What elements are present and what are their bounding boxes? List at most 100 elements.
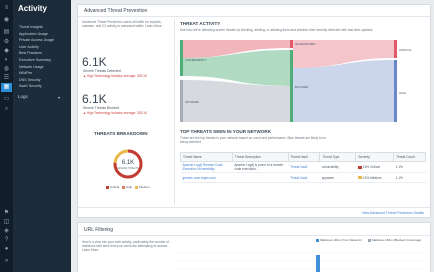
threat-activity-title: THREAT ACTIVITY — [180, 21, 221, 26]
settings-icon[interactable]: ⚙ — [3, 39, 10, 45]
table-header-row: Threat Name Threat Description Threat Va… — [180, 152, 426, 162]
threat-vault-link[interactable]: Threat Vault — [288, 161, 320, 173]
legend-medium: Medium — [139, 185, 150, 189]
nav-group-logs[interactable]: Logs — [18, 94, 28, 99]
nav-item-executive-summary[interactable]: Executive Summary — [19, 58, 51, 62]
list-icon[interactable]: ☰ — [3, 75, 10, 81]
severity-medium-indicator — [357, 176, 362, 180]
sankey-node-critical — [394, 40, 397, 58]
table-row: generic.unm.trojan.com Threat Vault spyw… — [180, 172, 426, 183]
threats-donut-chart: 6.1K SEVERE THREATS — [113, 149, 143, 179]
col-severity[interactable]: Severity — [355, 152, 395, 162]
nav-item-wildfire[interactable]: WildFire — [19, 71, 32, 75]
severity-percent: 15% — [362, 175, 370, 180]
collapse-icon[interactable]: » — [3, 258, 10, 264]
threat-name-link[interactable]: Apache Log4j Remote Code Execution Vulne… — [180, 161, 233, 173]
activity-icon[interactable]: ▦ — [1, 83, 12, 92]
nav-item-network-usage[interactable]: Network Usage — [19, 65, 44, 69]
sankey-label-critical: CRITICAL — [399, 48, 412, 52]
donut-label: SEVERE THREATS — [117, 167, 139, 170]
url-legend-series2: Malicious URLs (Blocked in Average) — [368, 238, 421, 242]
sankey-label-high: HIGH — [399, 91, 406, 95]
legend-label: Malicious URLs (Your Network) — [320, 238, 362, 242]
sankey-flow — [183, 80, 290, 122]
atp-description: Advanced Threat Prevention scans all tra… — [82, 20, 163, 28]
chevron-down-icon[interactable]: ▾ — [58, 95, 60, 100]
severity-label: Medium — [370, 175, 382, 180]
menu-icon[interactable]: ≡ — [3, 5, 10, 11]
advanced-threat-panel: Advanced Threat Prevention Advanced Thre… — [77, 4, 431, 218]
threat-count: 1,1% — [393, 172, 426, 183]
donut-legend: Critical High Medium — [106, 185, 150, 189]
bar-chart-icon[interactable]: ▤ — [3, 29, 10, 35]
threat-activity-desc: See how we're detecting severe threats b… — [180, 28, 374, 32]
threat-name-link[interactable]: generic.unm.trojan.com — [180, 172, 233, 183]
sankey-label-quarantined: QUARANTINED — [295, 42, 315, 46]
threat-count: 1,1% — [393, 161, 426, 173]
col-threat-type[interactable]: Threat Type — [319, 152, 357, 162]
sankey-label-blocked: BLOCKED — [295, 85, 308, 89]
icon-rail: ≡ ◉ ▤ ⚙ ◆ ◐ ◍ ☰ ▦ ▭ ⌕ ⚑ ◫ ◈ ? ● » — [0, 0, 13, 272]
divider — [78, 16, 430, 17]
legend-swatch-medium — [135, 185, 139, 189]
top-threats-desc: These are the top threats in your networ… — [180, 136, 327, 144]
legend-high: High — [126, 185, 133, 189]
threat-type: spyware — [319, 172, 356, 183]
col-threat-description[interactable]: Threat Description — [231, 152, 289, 162]
url-filtering-panel: URL Filtering Here's a view into your we… — [77, 222, 431, 272]
nav-item-user-activity[interactable]: User Activity — [19, 45, 39, 49]
chat-icon[interactable]: ◫ — [3, 219, 10, 225]
flag-icon[interactable]: ⚑ — [3, 210, 10, 216]
eye-icon[interactable]: ◐ — [3, 57, 10, 63]
threat-vault-link[interactable]: Threat Vault — [288, 172, 320, 183]
notification-icon[interactable]: ◈ — [3, 228, 10, 234]
nav-item-best-practices[interactable]: Best Practices — [19, 51, 42, 55]
document-icon[interactable]: ▭ — [3, 96, 10, 102]
sidebar: ≡ ◉ ▤ ⚙ ◆ ◐ ◍ ☰ ▦ ▭ ⌕ ⚑ ◫ ◈ ? ● » Activi… — [0, 0, 71, 272]
divider — [78, 235, 430, 236]
col-threat-vault[interactable]: Threat Vault — [287, 152, 321, 162]
url-filtering-chart — [178, 252, 426, 272]
threats-breakdown-title: THREATS BREAKDOWN — [94, 131, 148, 136]
top-threats-table: Threat Name Threat Description Threat Va… — [180, 152, 426, 183]
legend-swatch-high — [122, 185, 126, 189]
severity-critical-indicator — [357, 165, 362, 169]
nav-item-dns-security[interactable]: DNS Security — [19, 78, 41, 82]
dashboard-icon[interactable]: ◉ — [3, 17, 10, 23]
sankey-node-spyware — [180, 80, 183, 122]
legend-critical: Critical — [110, 185, 120, 189]
sankey-node-quarantined — [290, 40, 293, 48]
app-title: Activity — [18, 4, 47, 13]
col-threat-name[interactable]: Threat Name — [180, 152, 233, 162]
sankey-node-vulnerability — [180, 40, 183, 76]
nav-item-saas-security[interactable]: SaaS Security — [19, 84, 42, 88]
globe-icon[interactable]: ◍ — [3, 66, 10, 72]
url-bar — [316, 255, 320, 272]
column-divider — [174, 19, 175, 205]
view-atp-details-link[interactable]: View Advanced Threat Prevention Details — [362, 211, 424, 215]
legend-swatch-critical — [106, 185, 109, 189]
panel-title: URL Filtering — [84, 227, 113, 233]
help-icon[interactable]: ? — [3, 237, 10, 243]
col-threat-count[interactable]: Threat Count — [393, 152, 426, 162]
severity-cell: 15% Medium — [355, 172, 394, 183]
nav-item-threat-insights[interactable]: Threat Insights — [19, 25, 43, 29]
sankey-node-high — [394, 60, 397, 122]
sankey-flow — [293, 60, 394, 122]
nav-item-private-access-usage[interactable]: Private Access Usage — [19, 38, 54, 42]
sankey-node-blocked — [290, 50, 293, 122]
divider — [78, 207, 430, 208]
threat-activity-sankey: VULNERABILITY SPYWARE QUARANTINED BLOCKE… — [180, 40, 412, 122]
threats-detected-value: 6.1K — [82, 55, 107, 69]
threat-description — [232, 172, 289, 183]
bell-icon[interactable]: ◆ — [3, 48, 10, 54]
threats-blocked-label: Severe Threats Blocked — [83, 106, 120, 110]
severity-cell: 15% Critical — [355, 161, 394, 173]
search-icon[interactable]: ⌕ — [3, 106, 10, 112]
sankey-label-spyware: SPYWARE — [185, 100, 199, 104]
donut-value: 6.1K — [122, 160, 134, 166]
panel-title: Advanced Threat Prevention — [84, 8, 148, 14]
nav-item-application-usage[interactable]: Application Usage — [19, 32, 48, 36]
legend-swatch — [368, 238, 371, 242]
user-icon[interactable]: ● — [3, 246, 10, 252]
